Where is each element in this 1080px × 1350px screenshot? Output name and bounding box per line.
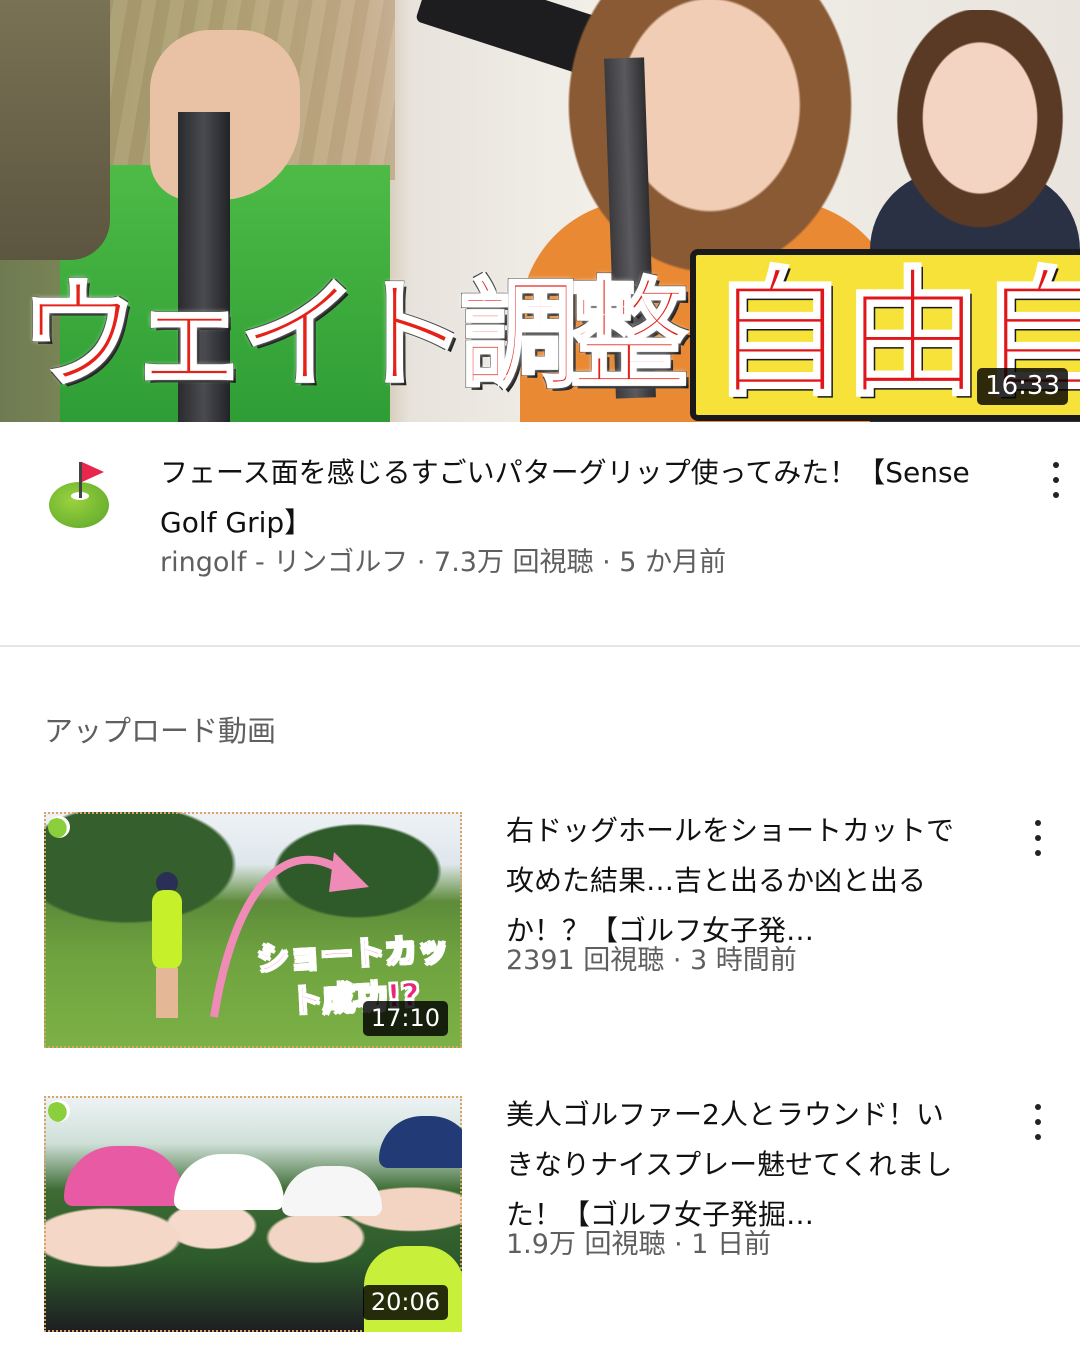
video-thumbnail[interactable]: 20:06 xyxy=(44,1096,462,1332)
thumb-leg-decor xyxy=(0,0,110,260)
thumb-person-2-face xyxy=(880,10,1080,250)
cap-decor xyxy=(64,1146,184,1206)
featured-video-meta-line: ringolf - リンゴルフ · 7.3万 回視聴 · 5 か月前 xyxy=(160,547,727,578)
flag-icon xyxy=(82,462,104,482)
channel-logo-icon xyxy=(48,816,70,838)
video-meta-line: 2391 回視聴 · 3 時間前 xyxy=(506,945,797,976)
featured-video-title[interactable]: フェース面を感じるすごいパターグリップ使ってみた！【Sense Golf Gri… xyxy=(160,448,980,548)
video-meta-line: 1.9万 回視聴 · 1 日前 xyxy=(506,1229,772,1260)
section-title: アップロード動画 xyxy=(44,714,277,748)
cap-decor xyxy=(282,1166,382,1216)
cap-decor xyxy=(379,1116,462,1168)
golfer-figure xyxy=(144,870,188,1020)
more-vert-icon[interactable] xyxy=(1026,1100,1050,1144)
video-thumbnail[interactable]: ショートカット成功!? 17:10 xyxy=(44,812,462,1048)
thumbnail-caption: ウェイト調整 自由自在 xyxy=(0,249,1080,421)
thumbnail-caption-left: ウェイト調整 xyxy=(18,266,689,404)
cap-decor xyxy=(174,1154,284,1210)
duration-badge: 20:06 xyxy=(362,1285,448,1320)
video-title[interactable]: 右ドッグホールをショートカットで攻めた結果…吉と出るか凶と出るか！？【ゴルフ女子… xyxy=(506,806,966,956)
divider xyxy=(0,645,1080,647)
list-item[interactable]: 20:06 美人ゴルファー2人とラウンド！いきなりナイスプレー魅せてくれました！… xyxy=(0,1096,1080,1336)
featured-video-meta: フェース面を感じるすごいパターグリップ使ってみた！【Sense Golf Gri… xyxy=(0,440,1080,610)
channel-avatar[interactable] xyxy=(45,460,113,528)
channel-logo-icon xyxy=(48,1100,70,1122)
video-title[interactable]: 美人ゴルファー2人とラウンド！いきなりナイスプレー魅せてくれました！【ゴルフ女子… xyxy=(506,1090,966,1240)
more-vert-icon[interactable] xyxy=(1044,458,1068,502)
duration-badge: 17:10 xyxy=(362,1001,448,1036)
duration-badge: 16:33 xyxy=(977,368,1068,406)
more-vert-icon[interactable] xyxy=(1026,816,1050,860)
featured-thumbnail[interactable]: ウェイト調整 自由自在 16:33 xyxy=(0,0,1080,422)
list-item[interactable]: ショートカット成功!? 17:10 右ドッグホールをショートカットで攻めた結果…… xyxy=(0,812,1080,1052)
